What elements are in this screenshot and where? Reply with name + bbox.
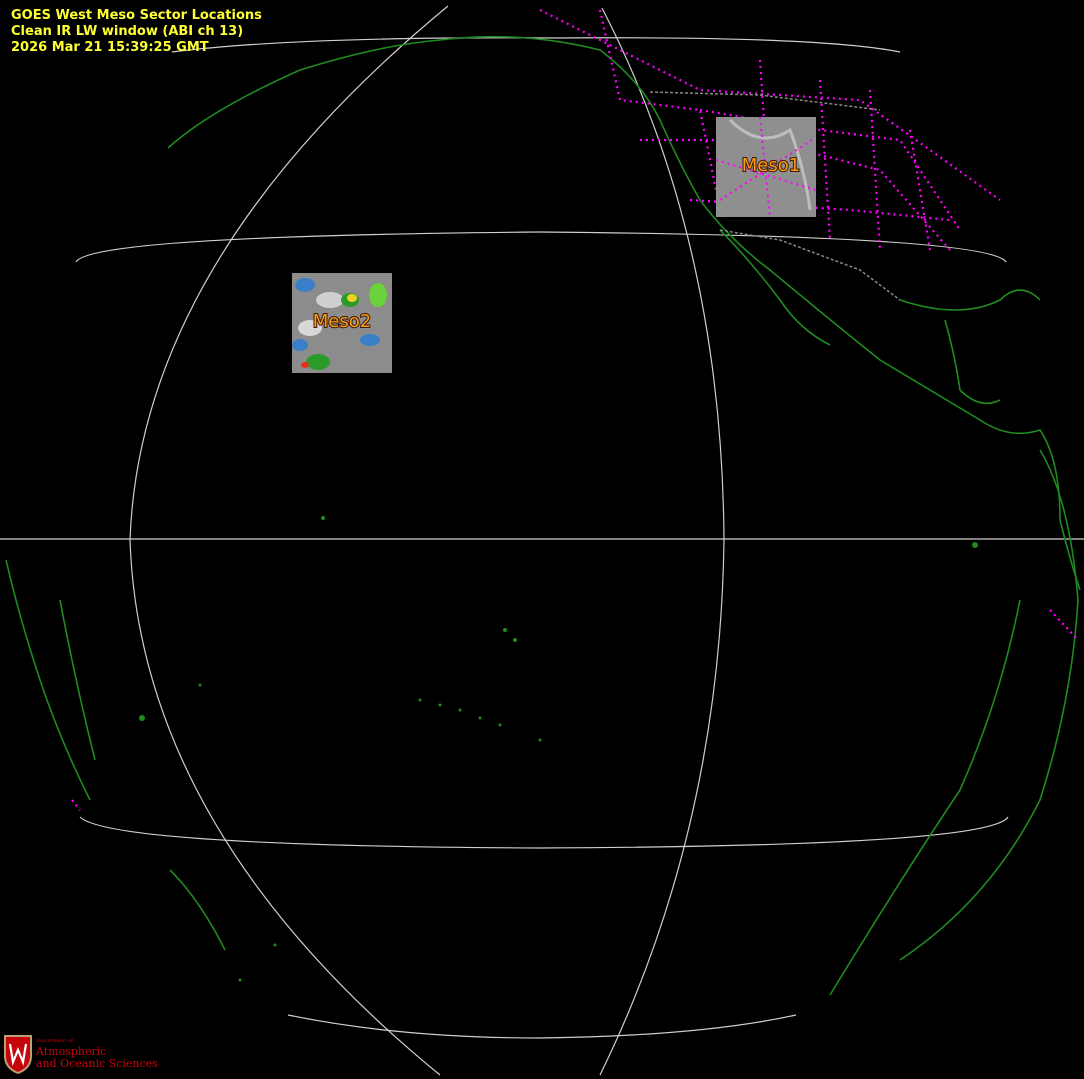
australia-coastline <box>5 559 91 801</box>
satellite-map: Meso1 Meso2 GOES West Meso Sector Locati… <box>0 0 1084 1079</box>
map-title: GOES West Meso Sector Locations <box>11 8 262 23</box>
political-borders <box>71 9 1079 811</box>
south-america-coastline <box>829 599 1021 996</box>
border-line <box>71 799 81 811</box>
new-zealand-coastline <box>169 869 226 951</box>
meridian-west <box>129 5 449 1076</box>
border-line <box>868 89 882 251</box>
logo-line2: and Oceanic Sciences <box>36 1057 158 1070</box>
latitude-line-far-north <box>171 37 901 53</box>
graticule <box>0 5 1084 1076</box>
meridian-east <box>599 7 725 1076</box>
meso2-sector[interactable]: Meso2 <box>292 273 392 373</box>
meso1-sector[interactable]: Meso1 <box>715 116 817 218</box>
uw-crest-icon <box>4 1035 32 1074</box>
map-title-block: GOES West Meso Sector Locations Clean IR… <box>11 8 262 56</box>
border-line <box>1049 609 1079 641</box>
logo-dept: Department of <box>36 1038 73 1044</box>
latitude-line-north <box>75 231 1007 263</box>
yucatan-coastline <box>944 319 1001 405</box>
meso1-label: Meso1 <box>742 155 800 176</box>
gulf-coastline <box>899 289 1041 311</box>
coastlines <box>5 35 1081 996</box>
pacific-islands <box>139 516 978 982</box>
full-disk-map: Meso1 Meso2 <box>0 5 1084 1076</box>
meso2-label: Meso2 <box>313 311 371 332</box>
baja-coastline <box>719 229 831 346</box>
papua-coastline <box>59 599 96 761</box>
latitude-line-far-south <box>287 1014 797 1039</box>
aos-logo[interactable]: Department of Atmospheric and Oceanic Sc… <box>2 1032 172 1074</box>
latitude-line-south <box>79 816 1009 849</box>
channel-subtitle: Clean IR LW window (ABI ch 13) <box>11 24 244 39</box>
south-america-edge <box>899 449 1079 961</box>
timestamp: 2026 Mar 21 15:39:25 GMT <box>11 40 209 55</box>
border-line <box>818 79 832 241</box>
